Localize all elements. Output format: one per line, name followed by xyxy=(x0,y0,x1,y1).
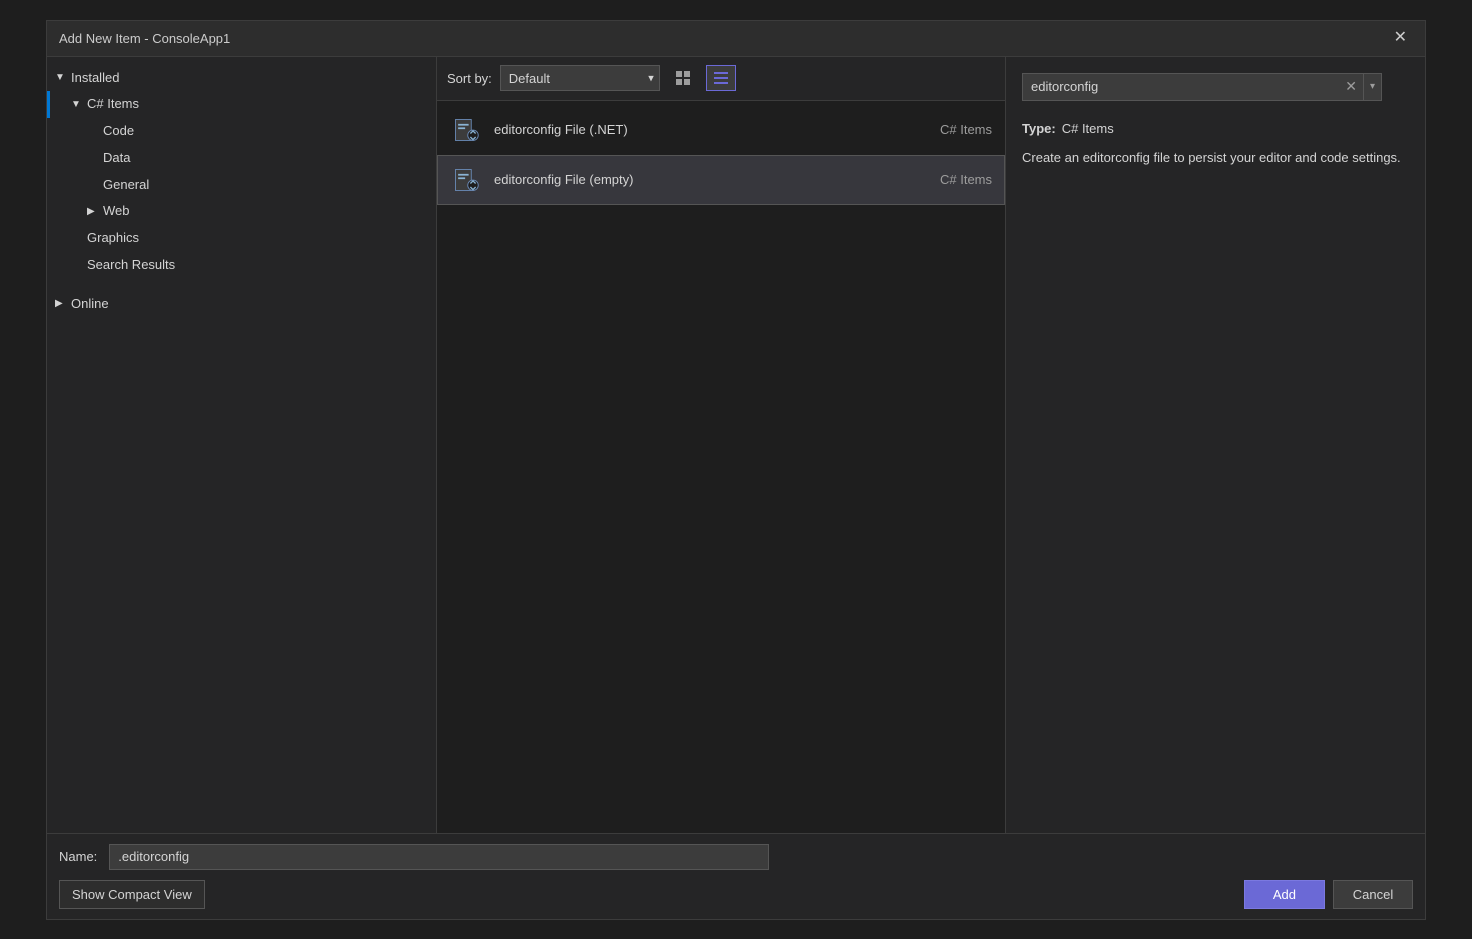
add-new-item-dialog: Add New Item - ConsoleApp1 ✕ ▼ Installed… xyxy=(46,20,1426,920)
name-label: Name: xyxy=(59,849,97,864)
name-input[interactable] xyxy=(109,844,769,870)
name-row: Name: xyxy=(59,844,1413,870)
type-row: Type: C# Items xyxy=(1022,121,1409,136)
sidebar-item-csharp-items[interactable]: ▼ C# Items xyxy=(47,91,436,118)
sidebar-item-code-label: Code xyxy=(103,121,134,142)
dialog-title: Add New Item - ConsoleApp1 xyxy=(59,31,230,46)
editorconfig-net-icon xyxy=(452,116,480,144)
sidebar-item-web[interactable]: ▶ Web xyxy=(47,198,436,225)
arrow-installed: ▼ xyxy=(55,70,67,86)
sidebar-item-general-label: General xyxy=(103,175,149,196)
sort-select[interactable]: Default Name Type xyxy=(500,65,660,91)
type-label: Type: xyxy=(1022,121,1056,136)
sidebar-item-code[interactable]: Code xyxy=(47,118,436,145)
arrow-search-results xyxy=(71,257,83,273)
sidebar-item-web-label: Web xyxy=(103,201,130,222)
list-item[interactable]: editorconfig File (.NET) C# Items xyxy=(437,105,1005,155)
item-icon-editorconfig-empty xyxy=(450,164,482,196)
button-row: Show Compact View Add Cancel xyxy=(59,880,1413,909)
header-row: Sort by: Default Name Type xyxy=(437,57,1005,101)
arrow-code xyxy=(87,123,99,139)
item-icon-editorconfig-net xyxy=(450,114,482,146)
sidebar-item-online-label: Online xyxy=(71,294,109,315)
arrow-data xyxy=(87,150,99,166)
sidebar-item-search-results-label: Search Results xyxy=(87,255,175,276)
grid-icon xyxy=(675,70,691,86)
sidebar: ▼ Installed ▼ C# Items Code Data xyxy=(47,57,437,833)
arrow-graphics xyxy=(71,231,83,247)
sort-by-label: Sort by: xyxy=(447,71,492,86)
compact-view-button[interactable]: Show Compact View xyxy=(59,880,205,909)
add-button[interactable]: Add xyxy=(1244,880,1325,909)
sidebar-item-data[interactable]: Data xyxy=(47,145,436,172)
arrow-general xyxy=(87,177,99,193)
item-list: editorconfig File (.NET) C# Items xyxy=(437,101,1005,833)
editorconfig-empty-icon xyxy=(452,166,480,194)
sidebar-item-installed-label: Installed xyxy=(71,68,119,89)
grid-view-button[interactable] xyxy=(668,65,698,91)
cancel-button[interactable]: Cancel xyxy=(1333,880,1413,909)
sidebar-item-installed[interactable]: ▼ Installed xyxy=(47,65,436,92)
list-icon xyxy=(713,70,729,86)
item-category-editorconfig-net: C# Items xyxy=(872,122,992,137)
title-bar: Add New Item - ConsoleApp1 ✕ xyxy=(47,21,1425,57)
item-name-editorconfig-net: editorconfig File (.NET) xyxy=(494,122,860,137)
list-item[interactable]: editorconfig File (empty) C# Items xyxy=(437,155,1005,205)
search-area: ✕ ▾ xyxy=(1022,73,1409,101)
item-category-editorconfig-empty: C# Items xyxy=(872,172,992,187)
sidebar-item-csharp-wrapper: ▼ C# Items xyxy=(47,91,436,118)
close-button[interactable]: ✕ xyxy=(1388,28,1413,48)
right-panel: ✕ ▾ Type: C# Items Create an editorconfi… xyxy=(1005,57,1425,833)
search-dropdown-button[interactable]: ▾ xyxy=(1363,74,1381,100)
detail-description: Create an editorconfig file to persist y… xyxy=(1022,148,1409,168)
sidebar-item-graphics-label: Graphics xyxy=(87,228,139,249)
bottom-area: Name: Show Compact View Add Cancel xyxy=(47,833,1425,919)
search-bar: ✕ ▾ xyxy=(1022,73,1382,101)
list-view-button[interactable] xyxy=(706,65,736,91)
sidebar-item-search-results[interactable]: Search Results xyxy=(47,252,436,279)
main-content: ▼ Installed ▼ C# Items Code Data xyxy=(47,57,1425,833)
sidebar-item-online[interactable]: ▶ Online xyxy=(47,291,436,318)
sort-area: Sort by: Default Name Type xyxy=(447,65,736,91)
arrow-web: ▶ xyxy=(87,204,99,220)
search-input[interactable] xyxy=(1023,74,1339,100)
middle-panel: Sort by: Default Name Type xyxy=(437,57,1005,833)
item-name-editorconfig-empty: editorconfig File (empty) xyxy=(494,172,860,187)
sidebar-item-csharp-label: C# Items xyxy=(87,94,139,115)
search-clear-button[interactable]: ✕ xyxy=(1339,74,1363,100)
sort-select-wrapper: Default Name Type xyxy=(500,65,660,91)
type-value: C# Items xyxy=(1062,121,1114,136)
arrow-csharp: ▼ xyxy=(71,97,83,113)
sidebar-item-graphics[interactable]: Graphics xyxy=(47,225,436,252)
sidebar-item-data-label: Data xyxy=(103,148,130,169)
arrow-online: ▶ xyxy=(55,296,67,312)
sidebar-item-general[interactable]: General xyxy=(47,172,436,199)
